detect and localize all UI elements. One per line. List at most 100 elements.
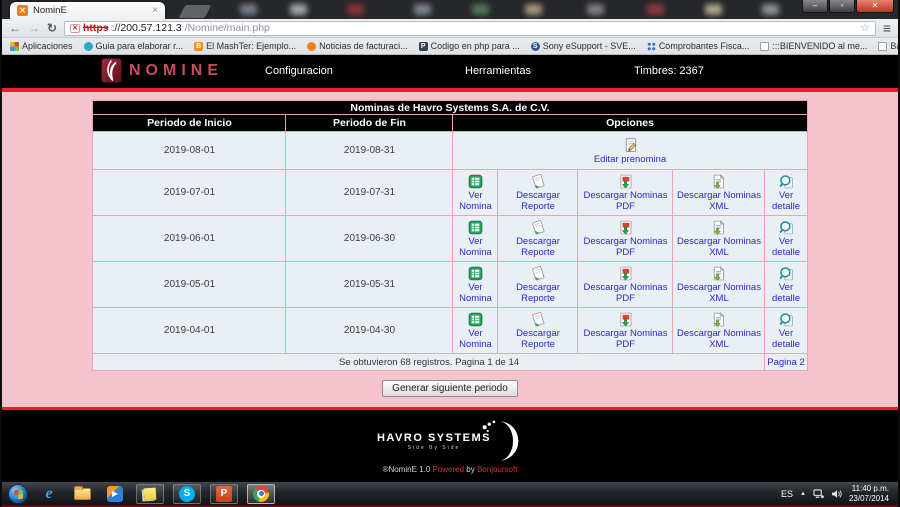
file-explorer-button[interactable] [70, 488, 94, 500]
ver-nomina-link[interactable]: Ver Nomina [453, 329, 497, 351]
descargar-xml-link[interactable]: Descargar Nominas XML [673, 191, 764, 213]
xampp-favicon-icon: ✕ [17, 5, 28, 16]
ver-nomina-cell[interactable]: Ver Nomina [453, 170, 498, 216]
language-indicator[interactable]: ES [781, 489, 793, 499]
blurred-desktop-icon [762, 4, 779, 15]
bookmark-label: Aplicaciones [22, 41, 73, 51]
reload-icon[interactable]: ↻ [47, 22, 57, 34]
sticky-notes-button[interactable] [136, 484, 164, 504]
media-player-button[interactable]: ▶ [103, 486, 127, 502]
bookmark-favicon-icon [307, 42, 316, 51]
blurred-desktop-icon [705, 4, 722, 15]
internet-explorer-button[interactable]: e [37, 485, 61, 503]
bookmark-item[interactable]: Guia para elaborar r... [84, 41, 184, 51]
bookmark-apps[interactable]: Aplicaciones [10, 41, 73, 51]
descargar-xml-cell[interactable]: Descargar Nominas XML [673, 262, 765, 308]
powerpoint-button[interactable]: P [210, 484, 238, 504]
bookmark-item[interactable]: Back Up Systems VI... [878, 41, 900, 51]
ver-nomina-cell[interactable]: Ver Nomina [453, 262, 498, 308]
descargar-xml-link[interactable]: Descargar Nominas XML [673, 237, 764, 259]
descargar-xml-cell[interactable]: Descargar Nominas XML [673, 170, 765, 216]
ver-detalle-cell[interactable]: Ver detalle [765, 170, 807, 216]
ver-nomina-cell[interactable]: Ver Nomina [453, 308, 498, 354]
descargar-xml-link[interactable]: Descargar Nominas XML [673, 329, 764, 351]
descargar-pdf-cell[interactable]: Descargar Nominas PDF [578, 308, 673, 354]
ver-detalle-link[interactable]: Ver detalle [765, 283, 806, 305]
table-row: 2019-06-01 2019-06-30 Ver Nomina Descarg… [93, 216, 807, 262]
bookmark-item[interactable]: BEl MashTer: Ejemplo... [194, 41, 296, 51]
hidden-icons-arrow[interactable]: ▲ [800, 491, 806, 497]
browser-tab[interactable]: ✕ NominE × [10, 2, 165, 19]
editar-prenomina-link[interactable]: Editar prenomina [453, 155, 806, 166]
editar-prenomina-cell[interactable]: Editar prenomina [453, 132, 807, 170]
descargar-reporte-cell[interactable]: Descargar Reporte [498, 308, 578, 354]
blurred-desktop-icon [347, 4, 364, 15]
start-button[interactable] [8, 484, 28, 504]
descargar-reporte-link[interactable]: Descargar Reporte [498, 191, 577, 213]
ver-detalle-link[interactable]: Ver detalle [765, 237, 806, 259]
clock[interactable]: 11:40 p.m. 23/07/2014 [849, 484, 892, 504]
ver-detalle-cell[interactable]: Ver detalle [765, 308, 807, 354]
bookmark-item[interactable]: Comprobantes Fisca... [647, 41, 750, 51]
ver-nomina-cell[interactable]: Ver Nomina [453, 216, 498, 262]
bookmark-label: :::BIENVENIDO al me... [772, 41, 867, 51]
bookmark-item[interactable]: SSony eSupport - SVE... [531, 41, 636, 51]
magnifier-icon [778, 173, 795, 190]
chrome-menu-icon[interactable]: ≡ [883, 21, 891, 35]
descargar-pdf-cell[interactable]: Descargar Nominas PDF [578, 216, 673, 262]
ver-nomina-link[interactable]: Ver Nomina [453, 237, 497, 259]
close-button[interactable]: ✕ [856, 0, 894, 13]
descargar-pdf-link[interactable]: Descargar Nominas PDF [578, 191, 672, 213]
table-row: 2019-07-01 2019-07-31 Ver Nomina Descarg… [93, 170, 807, 216]
descargar-xml-cell[interactable]: Descargar Nominas XML [673, 308, 765, 354]
bookmark-item[interactable]: PCodigo en php para ... [419, 41, 520, 51]
bookmark-item[interactable]: :::BIENVENIDO al me... [760, 41, 867, 51]
volume-icon[interactable] [831, 489, 842, 499]
bookmark-star-icon[interactable]: ☆ [860, 23, 870, 34]
xml-download-icon [710, 219, 727, 236]
descargar-pdf-link[interactable]: Descargar Nominas PDF [578, 237, 672, 259]
descargar-reporte-cell[interactable]: Descargar Reporte [498, 170, 578, 216]
tab-close-icon[interactable]: × [152, 6, 158, 16]
bookmark-item[interactable]: Noticias de facturaci... [307, 41, 408, 51]
descargar-reporte-link[interactable]: Descargar Reporte [498, 237, 577, 259]
descargar-pdf-cell[interactable]: Descargar Nominas PDF [578, 170, 673, 216]
generar-siguiente-periodo-button[interactable]: Generar siguiente periodo [382, 380, 518, 397]
back-icon[interactable]: ← [9, 22, 21, 34]
nomine-logo: NOMINE [101, 58, 223, 83]
new-tab-button[interactable] [179, 5, 212, 18]
descargar-pdf-cell[interactable]: Descargar Nominas PDF [578, 262, 673, 308]
descargar-pdf-link[interactable]: Descargar Nominas PDF [578, 329, 672, 351]
forward-icon[interactable]: → [28, 22, 40, 34]
skype-button[interactable]: S [173, 484, 201, 504]
ver-detalle-link[interactable]: Ver detalle [765, 329, 806, 351]
descargar-xml-cell[interactable]: Descargar Nominas XML [673, 216, 765, 262]
descargar-reporte-link[interactable]: Descargar Reporte [498, 329, 577, 351]
menu-herramientas[interactable]: Herramientas [465, 65, 531, 77]
descargar-reporte-cell[interactable]: Descargar Reporte [498, 262, 578, 308]
ver-detalle-cell[interactable]: Ver detalle [765, 216, 807, 262]
blurred-desktop-icon [587, 4, 604, 15]
edit-document-icon [622, 137, 639, 154]
maximize-button[interactable]: ▫ [829, 0, 855, 13]
ver-detalle-cell[interactable]: Ver detalle [765, 262, 807, 308]
url-path: /Nomine/main.php [185, 22, 270, 34]
ver-nomina-link[interactable]: Ver Nomina [453, 283, 497, 305]
descargar-xml-link[interactable]: Descargar Nominas XML [673, 283, 764, 305]
descargar-reporte-link[interactable]: Descargar Reporte [498, 283, 577, 305]
network-icon[interactable] [813, 489, 824, 499]
clock-date: 23/07/2014 [849, 494, 889, 504]
bookmark-label: Noticias de facturaci... [319, 41, 408, 51]
tab-title: NominE [33, 5, 147, 16]
descargar-pdf-link[interactable]: Descargar Nominas PDF [578, 283, 672, 305]
chrome-button[interactable] [247, 484, 275, 504]
ver-nomina-link[interactable]: Ver Nomina [453, 191, 497, 213]
pdf-download-icon [617, 265, 634, 282]
pagina-2-link[interactable]: Pagina 2 [767, 357, 805, 368]
minimize-button[interactable]: – [802, 0, 828, 13]
descargar-reporte-cell[interactable]: Descargar Reporte [498, 216, 578, 262]
address-bar[interactable]: ✕ https ://200.57.121.3 /Nomine/main.php… [64, 21, 876, 36]
ver-detalle-link[interactable]: Ver detalle [765, 191, 806, 213]
menu-configuracion[interactable]: Configuracion [265, 65, 333, 77]
next-page-cell[interactable]: Pagina 2 [765, 354, 807, 371]
